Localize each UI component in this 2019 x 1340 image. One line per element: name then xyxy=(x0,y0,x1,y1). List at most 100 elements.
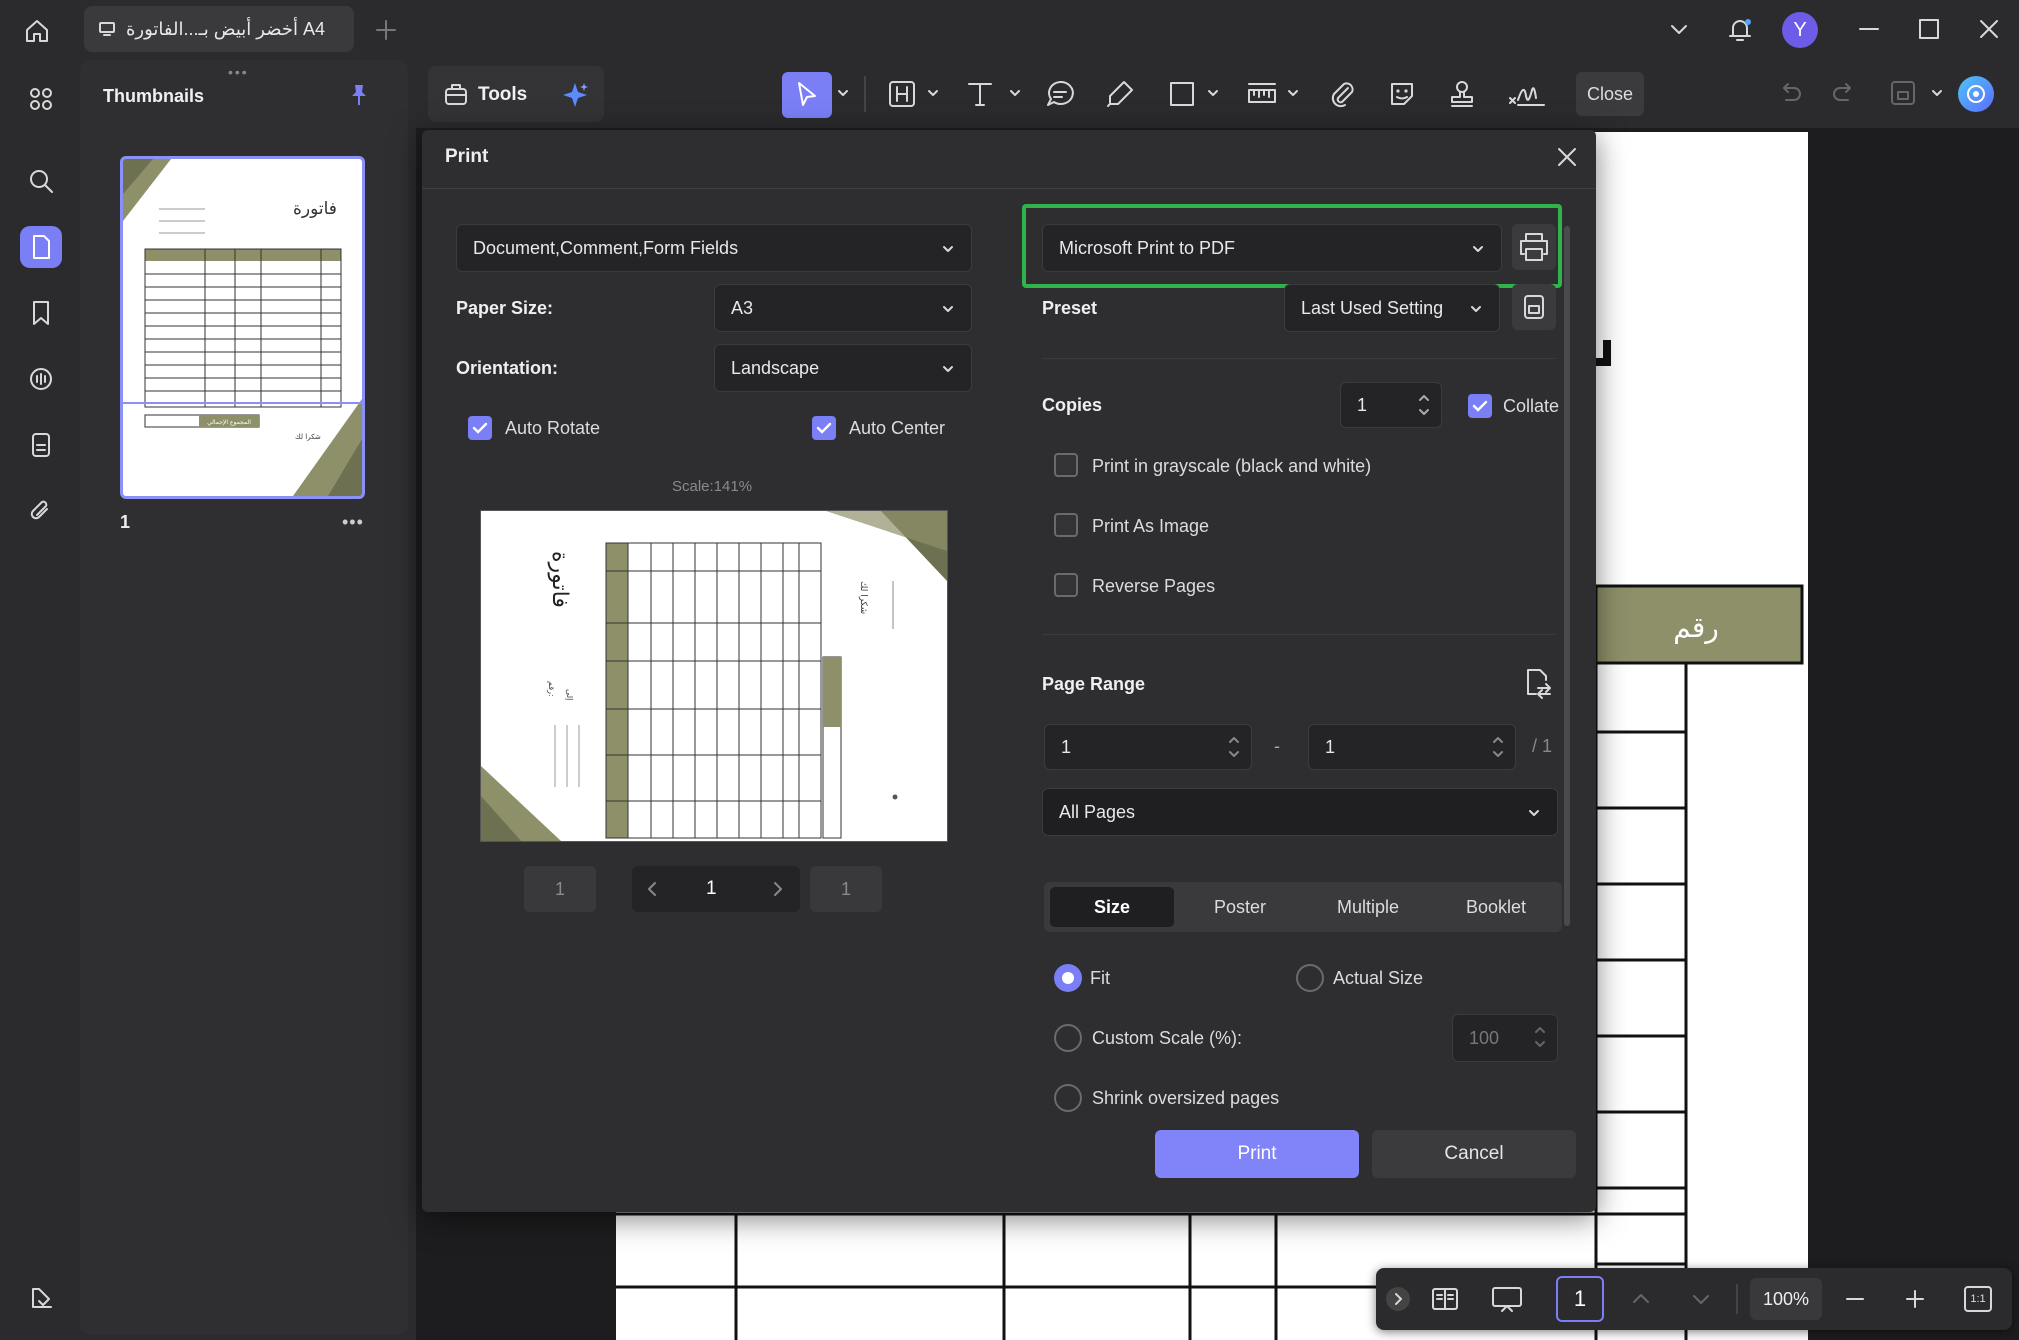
close-mode-button[interactable]: Close xyxy=(1576,72,1644,116)
thumb-thanks: شكرا لك xyxy=(295,433,321,441)
minimize-icon[interactable] xyxy=(1856,16,1882,42)
fit-radio[interactable] xyxy=(1054,964,1082,992)
paper-size-select[interactable]: A3 xyxy=(714,284,972,332)
stamp-icon[interactable] xyxy=(1446,78,1478,110)
form-fields-icon[interactable] xyxy=(20,424,62,466)
preset-select[interactable]: Last Used Setting xyxy=(1284,284,1500,332)
preview-prev-page[interactable]: 1 xyxy=(524,866,596,912)
chevron-down-icon[interactable] xyxy=(1008,86,1022,100)
chevron-down-icon[interactable] xyxy=(1688,1286,1714,1312)
maximize-icon[interactable] xyxy=(1916,16,1942,42)
close-window-icon[interactable] xyxy=(1976,16,2002,42)
orientation-label: Orientation: xyxy=(456,358,558,378)
highlighter-icon[interactable] xyxy=(1104,78,1136,110)
signature-icon[interactable] xyxy=(1506,78,1546,110)
cancel-button[interactable]: Cancel xyxy=(1372,1130,1576,1178)
notification-bell-icon[interactable] xyxy=(1724,14,1756,46)
chevron-down-icon xyxy=(943,306,953,312)
search-icon[interactable] xyxy=(20,160,62,202)
grayscale-checkbox[interactable] xyxy=(1054,453,1078,477)
actual-size-button[interactable]: 1:1 xyxy=(1964,1286,1992,1312)
ai-assistant-icon[interactable] xyxy=(1958,76,1994,112)
zoom-in-icon[interactable] xyxy=(1902,1286,1928,1312)
custom-scale-radio[interactable] xyxy=(1054,1024,1082,1052)
page-range-swap-icon[interactable] xyxy=(1520,666,1554,700)
print-button[interactable]: Print xyxy=(1155,1130,1359,1178)
printer-select[interactable]: Microsoft Print to PDF xyxy=(1042,224,1502,272)
chevron-down-icon[interactable] xyxy=(1930,86,1944,100)
tab-size[interactable]: Size xyxy=(1050,887,1174,927)
attach-file-icon[interactable] xyxy=(1326,78,1358,110)
print-content-select[interactable]: Document,Comment,Form Fields xyxy=(456,224,972,272)
chevron-down-icon[interactable] xyxy=(1206,86,1220,100)
undo-icon[interactable] xyxy=(1776,78,1804,106)
heading-text-icon[interactable] xyxy=(886,78,918,110)
chevron-down-icon xyxy=(943,366,953,372)
reverse-pages-checkbox[interactable] xyxy=(1054,573,1078,597)
chevron-up-icon[interactable] xyxy=(1628,1286,1654,1312)
rectangle-shape-icon[interactable] xyxy=(1166,78,1198,110)
ai-sidebar-icon[interactable] xyxy=(20,1276,62,1318)
chevron-down-icon[interactable] xyxy=(926,86,940,100)
preview-next-page[interactable]: 1 xyxy=(810,866,882,912)
zoom-level[interactable]: 100% xyxy=(1750,1278,1822,1320)
tab-booklet[interactable]: Booklet xyxy=(1434,887,1558,927)
chevron-down-icon[interactable] xyxy=(1666,16,1692,42)
collate-checkbox[interactable] xyxy=(1468,394,1492,418)
select-tool-button[interactable] xyxy=(782,72,832,118)
close-dialog-icon[interactable] xyxy=(1552,142,1582,172)
page-number-input[interactable]: 1 xyxy=(1556,1276,1604,1322)
tab-multiple[interactable]: Multiple xyxy=(1306,887,1430,927)
save-icon[interactable] xyxy=(1888,78,1918,108)
thumbnail-page-number: 1 xyxy=(120,512,131,532)
chevron-left-icon[interactable] xyxy=(644,880,662,898)
preview-current-page[interactable]: 1 xyxy=(706,878,717,900)
zoom-out-icon[interactable] xyxy=(1842,1286,1868,1312)
attachment-icon[interactable] xyxy=(20,490,62,532)
thumbnails-page-icon[interactable] xyxy=(20,226,62,268)
tools-button[interactable]: Tools xyxy=(428,66,604,122)
copies-stepper[interactable]: 1 xyxy=(1340,382,1442,428)
range-from-value: 1 xyxy=(1061,736,1072,757)
document-header-cell: رقم xyxy=(1673,611,1719,644)
expand-bar-icon[interactable] xyxy=(1386,1287,1410,1311)
auto-rotate-checkbox[interactable] xyxy=(468,416,492,440)
measure-ruler-icon[interactable] xyxy=(1246,78,1278,110)
text-tool-icon[interactable] xyxy=(964,78,996,110)
custom-scale-input[interactable]: 100 xyxy=(1452,1014,1558,1062)
chevron-down-icon[interactable] xyxy=(1286,86,1300,100)
user-avatar[interactable]: Y xyxy=(1782,12,1818,48)
home-icon[interactable] xyxy=(22,16,52,46)
comment-icon[interactable] xyxy=(1044,78,1076,110)
comments-icon[interactable] xyxy=(20,358,62,400)
presentation-icon[interactable] xyxy=(1490,1284,1524,1314)
paper-size-value: A3 xyxy=(731,297,754,318)
orientation-select[interactable]: Landscape xyxy=(714,344,972,392)
panel-drag-handle[interactable]: ••• xyxy=(228,64,249,80)
auto-center-checkbox[interactable] xyxy=(812,416,836,440)
apps-grid-icon[interactable] xyxy=(20,78,62,120)
sticker-icon[interactable] xyxy=(1386,78,1418,110)
pin-icon[interactable] xyxy=(346,82,372,108)
chevron-right-icon[interactable] xyxy=(768,880,786,898)
tab-poster[interactable]: Poster xyxy=(1178,887,1302,927)
dialog-scrollbar[interactable] xyxy=(1564,226,1570,926)
new-tab-icon[interactable] xyxy=(370,14,402,46)
printer-properties-button[interactable] xyxy=(1512,224,1556,270)
bookmark-icon[interactable] xyxy=(20,292,62,334)
ai-sparkle-icon[interactable] xyxy=(560,80,590,110)
cursor-icon xyxy=(798,82,816,106)
shrink-oversized-radio[interactable] xyxy=(1054,1084,1082,1112)
range-from-stepper[interactable]: 1 xyxy=(1044,724,1252,770)
pages-subset-select[interactable]: All Pages xyxy=(1042,788,1558,836)
actual-size-radio[interactable] xyxy=(1296,964,1324,992)
page-thumbnail[interactable]: فاتورة المجموع الإجمالي شكرا لك xyxy=(120,156,365,499)
reading-mode-icon[interactable] xyxy=(1430,1284,1460,1314)
print-as-image-checkbox[interactable] xyxy=(1054,513,1078,537)
document-tab[interactable]: أخضر أبيض بـ...الفاتورة A4 xyxy=(84,6,354,52)
chevron-down-icon[interactable] xyxy=(836,86,850,100)
save-preset-button[interactable] xyxy=(1512,284,1556,330)
redo-icon[interactable] xyxy=(1830,78,1858,106)
thumbnail-more-icon[interactable]: ••• xyxy=(342,512,364,533)
range-to-stepper[interactable]: 1 xyxy=(1308,724,1516,770)
